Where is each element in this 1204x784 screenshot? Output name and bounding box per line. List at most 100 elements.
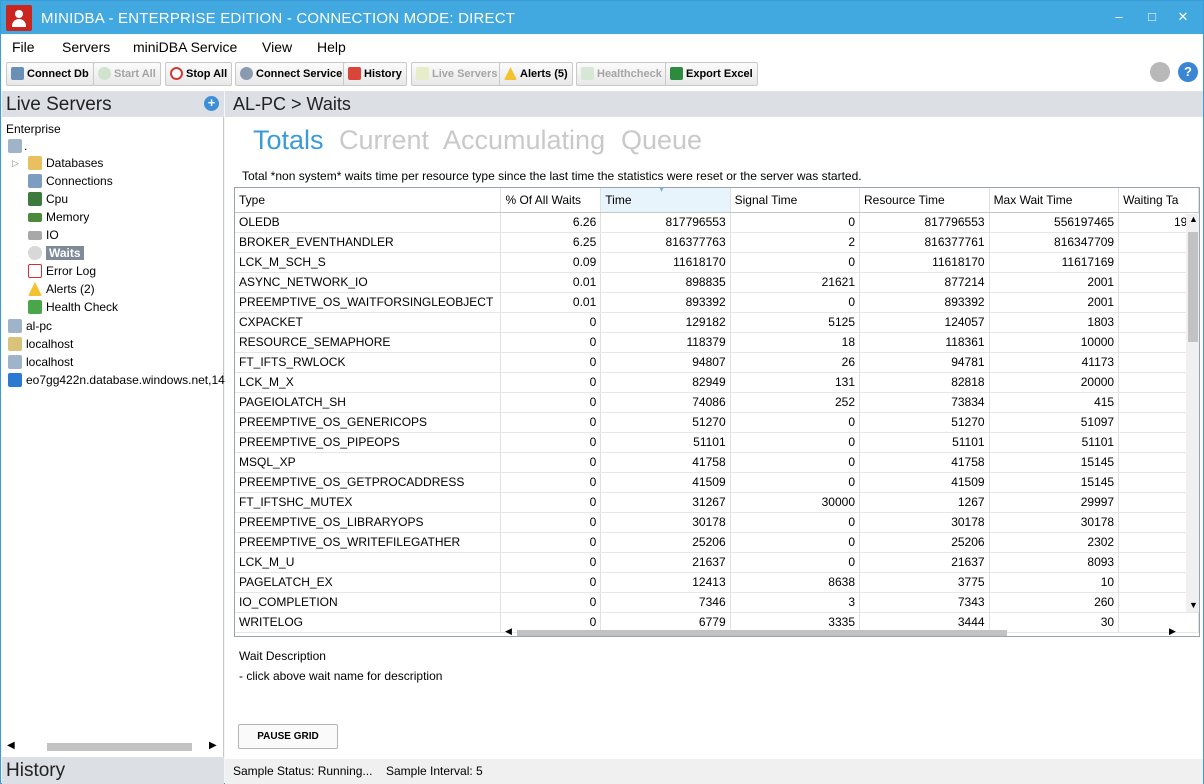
tab-accumulating[interactable]: Accumulating <box>443 125 605 156</box>
menu-servers[interactable]: Servers <box>62 39 110 55</box>
tree-node-connections[interactable]: Connections <box>26 172 113 190</box>
stop-all-button[interactable]: Stop All <box>165 62 233 86</box>
pause-grid-button[interactable]: PAUSE GRID <box>238 724 338 749</box>
grid-vertical-scrollbar[interactable]: ▲ ▼ <box>1186 214 1199 612</box>
scroll-left-icon[interactable]: ◀ <box>7 740 15 751</box>
wait-type-cell[interactable]: WRITELOG <box>235 612 502 633</box>
table-row[interactable]: LCK_M_X 0 82949 131 82818 20000 <box>235 372 1199 393</box>
expand-arrow-icon[interactable]: ▷ <box>12 154 19 172</box>
wait-type-cell[interactable]: IO_COMPLETION <box>235 592 502 613</box>
table-row[interactable]: PREEMPTIVE_OS_PIPEOPS 0 51101 0 51101 51101 <box>235 432 1199 453</box>
add-server-icon[interactable]: + <box>204 96 219 111</box>
alerts-button[interactable]: Alerts (5) <box>499 62 573 86</box>
wait-type-cell[interactable]: MSQL_XP <box>235 452 502 473</box>
tree-horizontal-scrollbar[interactable]: ◀ ▶ <box>7 740 217 753</box>
minimize-button[interactable]: ‒ <box>1109 8 1129 26</box>
healthcheck-button[interactable]: Healthcheck <box>576 62 667 86</box>
wait-type-cell[interactable]: FT_IFTS_RWLOCK <box>235 352 502 373</box>
history-button[interactable]: History <box>343 62 407 86</box>
table-row[interactable]: ASYNC_NETWORK_IO 0.01 898835 21621 877214 200… <box>235 272 1199 293</box>
wait-type-cell[interactable]: LCK_M_SCH_S <box>235 252 502 273</box>
table-row[interactable]: PAGEIOLATCH_SH 0 74086 252 73834 415 <box>235 392 1199 413</box>
wait-type-cell[interactable]: PREEMPTIVE_OS_PIPEOPS <box>235 432 502 453</box>
wait-type-cell[interactable]: LCK_M_U <box>235 552 502 573</box>
tree-node-error-log[interactable]: Error Log <box>26 262 96 280</box>
table-row[interactable]: RESOURCE_SEMAPHORE 0 118379 18 118361 10000 <box>235 332 1199 353</box>
wait-type-cell[interactable]: PREEMPTIVE_OS_GENERICOPS <box>235 412 502 433</box>
scroll-down-icon[interactable]: ▼ <box>1189 600 1198 610</box>
tree-node-cpu[interactable]: Cpu <box>26 190 68 208</box>
wait-type-cell[interactable]: PREEMPTIVE_OS_WRITEFILEGATHER <box>235 532 502 553</box>
menu-view[interactable]: View <box>262 39 292 55</box>
tree-scroll-thumb[interactable] <box>47 743 192 751</box>
menu-help[interactable]: Help <box>317 39 346 55</box>
column-header[interactable]: % Of All Waits <box>500 188 602 213</box>
grid-vscroll-thumb[interactable] <box>1188 232 1198 342</box>
wait-type-cell[interactable]: PREEMPTIVE_OS_WAITFORSINGLEOBJECT <box>235 292 502 313</box>
history-panel-header[interactable]: History <box>2 757 224 784</box>
grid-horizontal-scrollbar[interactable]: ◀ ▶ <box>505 626 1185 636</box>
menu-minidba-service[interactable]: miniDBA Service <box>133 39 237 55</box>
maximize-button[interactable]: □ <box>1142 8 1162 26</box>
table-row[interactable]: BROKER_EVENTHANDLER 6.25 816377763 2 8163777… <box>235 232 1199 253</box>
column-header[interactable]: Max Wait Time <box>989 188 1120 213</box>
wait-type-cell[interactable]: BROKER_EVENTHANDLER <box>235 232 502 253</box>
wait-type-cell[interactable]: PREEMPTIVE_OS_LIBRARYOPS <box>235 512 502 533</box>
wait-type-cell[interactable]: FT_IFTSHC_MUTEX <box>235 492 502 513</box>
help-icon[interactable]: ? <box>1178 62 1198 82</box>
table-row[interactable]: FT_IFTSHC_MUTEX 0 31267 30000 1267 29997 <box>235 492 1199 513</box>
table-row[interactable]: PREEMPTIVE_OS_GENERICOPS 0 51270 0 51270 5109… <box>235 412 1199 433</box>
table-row[interactable]: PREEMPTIVE_OS_WAITFORSINGLEOBJECT 0.01 893… <box>235 292 1199 313</box>
table-row[interactable]: MSQL_XP 0 41758 0 41758 15145 <box>235 452 1199 473</box>
connect-db-button[interactable]: Connect Db <box>6 62 94 86</box>
table-row[interactable]: LCK_M_U 0 21637 0 21637 8093 <box>235 552 1199 573</box>
table-row[interactable]: PREEMPTIVE_OS_LIBRARYOPS 0 30178 0 30178 3017… <box>235 512 1199 533</box>
table-row[interactable]: FT_IFTS_RWLOCK 0 94807 26 94781 41173 <box>235 352 1199 373</box>
settings-gear-icon[interactable] <box>1150 62 1170 82</box>
start-all-button[interactable]: Start All <box>93 62 161 86</box>
tree-node-waits[interactable]: Waits <box>26 244 84 262</box>
tree-server-azure[interactable]: eo7gg422n.database.windows.net,14 <box>6 371 225 389</box>
scroll-left-icon[interactable]: ◀ <box>505 626 512 636</box>
table-row[interactable]: IO_COMPLETION 0 7346 3 7343 260 <box>235 592 1199 613</box>
tree-node-databases[interactable]: ▷ Databases <box>10 154 103 172</box>
menu-file[interactable]: File <box>12 39 35 55</box>
tree-server-root[interactable]: . <box>6 137 27 155</box>
connect-service-button[interactable]: Connect Service <box>235 62 348 86</box>
wait-type-cell[interactable]: ASYNC_NETWORK_IO <box>235 272 502 293</box>
tab-current[interactable]: Current <box>339 125 429 156</box>
tree-node-health-check[interactable]: Health Check <box>26 298 118 316</box>
scroll-up-icon[interactable]: ▲ <box>1189 214 1198 224</box>
wait-type-cell[interactable]: PREEMPTIVE_OS_GETPROCADDRESS <box>235 472 502 493</box>
tree-node-alerts[interactable]: Alerts (2) <box>26 280 95 298</box>
export-excel-button[interactable]: Export Excel <box>665 62 758 86</box>
wait-type-cell[interactable]: PAGEIOLATCH_SH <box>235 392 502 413</box>
tab-queue[interactable]: Queue <box>621 125 702 156</box>
tree-server-localhost-2[interactable]: localhost <box>6 353 73 371</box>
close-button[interactable]: ✕ <box>1173 8 1193 26</box>
table-row[interactable]: OLEDB 6.26 817796553 0 817796553 556197465 196 <box>235 212 1199 233</box>
tab-totals[interactable]: Totals <box>253 125 324 156</box>
wait-type-cell[interactable]: OLEDB <box>235 212 502 233</box>
live-servers-button[interactable]: Live Servers <box>411 62 503 86</box>
table-row[interactable]: PREEMPTIVE_OS_WRITEFILEGATHER 0 25206 0 2520… <box>235 532 1199 553</box>
column-header[interactable]: Time ▾ <box>600 188 731 213</box>
scroll-right-icon[interactable]: ▶ <box>209 740 217 751</box>
wait-type-cell[interactable]: CXPACKET <box>235 312 502 333</box>
grid-hscroll-thumb[interactable] <box>517 630 1007 636</box>
column-header[interactable]: Type <box>235 188 502 213</box>
table-row[interactable]: PAGELATCH_EX01241386383775102 <box>235 572 1199 593</box>
tree-server-localhost-1[interactable]: localhost <box>6 335 73 353</box>
wait-type-cell[interactable]: LCK_M_X <box>235 372 502 393</box>
tree-node-io[interactable]: IO <box>26 226 59 244</box>
wait-type-cell[interactable]: RESOURCE_SEMAPHORE <box>235 332 502 353</box>
column-header[interactable]: Resource Time <box>859 188 990 213</box>
table-row[interactable]: CXPACKET 0 129182 5125 124057 1803 <box>235 312 1199 333</box>
tree-node-memory[interactable]: Memory <box>26 208 89 226</box>
table-row[interactable]: LCK_M_SCH_S 0.09 11618170 0 11618170 11617169 <box>235 252 1199 273</box>
table-row[interactable]: PREEMPTIVE_OS_GETPROCADDRESS 0 41509 0 41509… <box>235 472 1199 493</box>
tree-server-al-pc[interactable]: al-pc <box>6 317 52 335</box>
scroll-right-icon[interactable]: ▶ <box>1169 626 1176 636</box>
column-header[interactable]: Waiting Ta <box>1118 188 1199 213</box>
wait-type-cell[interactable]: PAGELATCH_EX <box>235 572 502 593</box>
